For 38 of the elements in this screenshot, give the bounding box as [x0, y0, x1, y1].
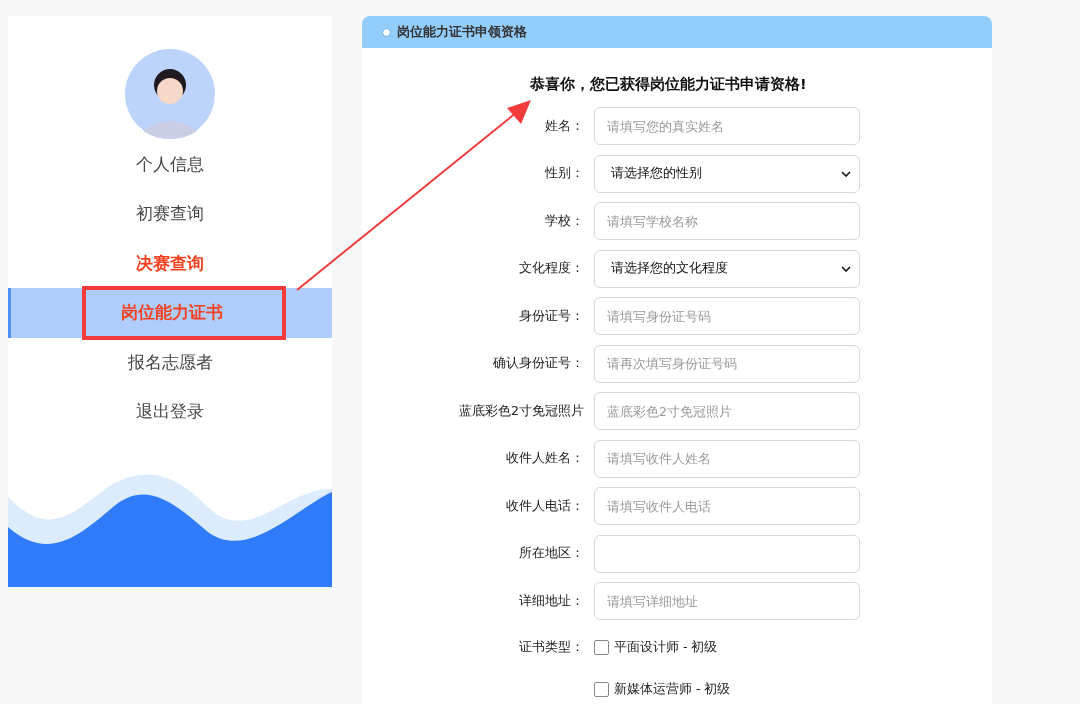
panel-title: 岗位能力证书申领资格	[397, 23, 527, 41]
menu-item[interactable]: 初赛查询	[8, 189, 332, 239]
select-field[interactable]: 请选择您的文化程度	[594, 249, 860, 288]
avatar-icon	[125, 49, 215, 139]
caret-icon	[841, 170, 851, 177]
input-field[interactable]	[594, 534, 860, 573]
field-label: 收件人电话：	[505, 497, 585, 515]
menu-item[interactable]: 退出登录	[8, 386, 332, 437]
field-label: 所在地区：	[518, 545, 585, 562]
field-label: 证书类型：	[518, 639, 585, 656]
field-label: 确认身份证号：	[492, 355, 585, 372]
caret-icon	[841, 265, 851, 272]
field-label: 蓝底彩色2寸免冠照片	[458, 402, 585, 420]
form-heading: 恭喜你，您已获得岗位能力证书申请资格!	[530, 75, 808, 94]
checkbox[interactable]	[594, 682, 609, 697]
menu-item[interactable]: 决赛查询	[8, 238, 332, 289]
select-field[interactable]: 请选择您的性别	[594, 154, 860, 193]
field-label: 姓名：	[544, 117, 585, 135]
input-field[interactable]: 请填写您的真实姓名	[594, 107, 860, 145]
input-field[interactable]: 请填写学校名称	[594, 202, 860, 240]
field-label: 性别：	[544, 165, 585, 182]
menu-item[interactable]: 报名志愿者	[8, 337, 332, 387]
bullet-icon	[382, 27, 391, 37]
input-field[interactable]: 蓝底彩色2寸免冠照片	[594, 392, 860, 430]
checkbox-label: 新媒体运营师 - 初级	[614, 681, 731, 698]
field-label: 详细地址：	[518, 592, 585, 610]
input-field[interactable]: 请填写收件人电话	[594, 487, 860, 525]
input-field[interactable]: 请填写收件人姓名	[594, 439, 860, 478]
input-field[interactable]: 请填写身份证号码	[594, 297, 860, 335]
input-field[interactable]: 请再次填写身份证号码	[594, 344, 860, 383]
menu-item[interactable]: 个人信息	[8, 140, 332, 190]
checkbox-label: 平面设计师 - 初级	[614, 639, 718, 656]
field-label: 收件人姓名：	[505, 450, 585, 467]
field-label: 学校：	[544, 212, 585, 230]
checkbox[interactable]	[594, 640, 609, 655]
field-label: 身份证号：	[518, 307, 585, 325]
input-field[interactable]: 请填写详细地址	[594, 582, 860, 620]
field-label: 文化程度：	[518, 260, 585, 277]
